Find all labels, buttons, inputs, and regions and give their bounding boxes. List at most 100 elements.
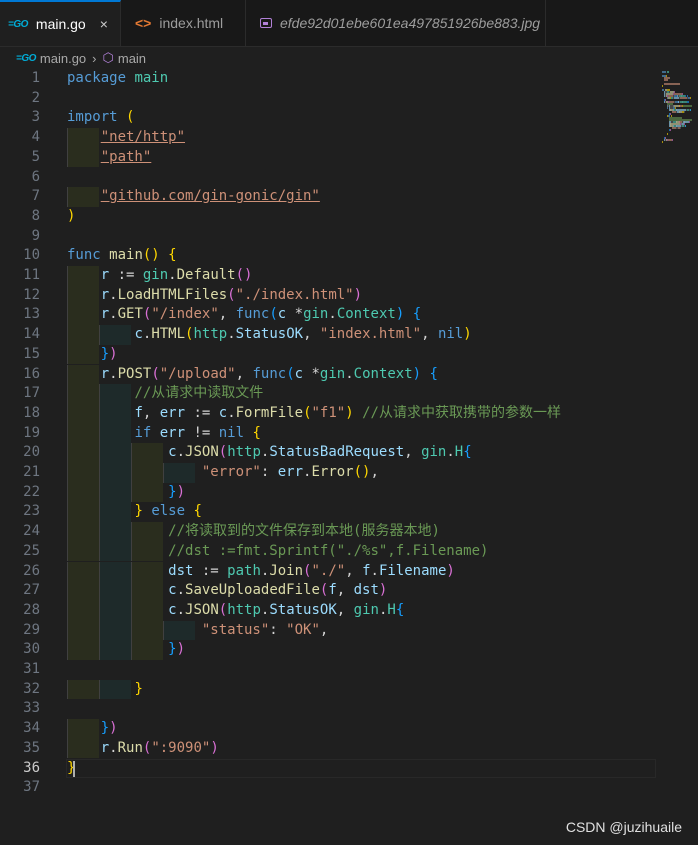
code-line[interactable]: 2 xyxy=(0,89,698,109)
code-line[interactable]: 30 }) xyxy=(0,640,698,660)
line-number: 1 xyxy=(31,70,40,86)
line-number: 17 xyxy=(23,385,40,402)
tab-label: efde92d01ebe601ea497851926be883.jpg xyxy=(280,15,541,31)
line-number: 24 xyxy=(23,523,40,540)
code-line[interactable]: 5 "path" xyxy=(0,147,698,168)
code-text: "github.com/gin-gonic/gin" xyxy=(100,188,320,205)
code-text: c.HTML(http.StatusOK, "index.html", nil) xyxy=(134,326,472,343)
code-line[interactable]: 14 c.HTML(http.StatusOK, "index.html", n… xyxy=(0,325,698,345)
code-line[interactable]: 12 r.LoadHTMLFiles("./index.html") xyxy=(0,285,698,306)
line-number: 34 xyxy=(23,720,40,737)
line-number: 6 xyxy=(31,168,40,185)
code-line[interactable]: 6 xyxy=(0,168,698,188)
code-line[interactable]: 37 xyxy=(0,778,698,798)
code-line[interactable]: 8) xyxy=(0,207,698,227)
close-icon[interactable]: × xyxy=(100,16,108,32)
code-text: //从请求中读取文件 xyxy=(134,385,264,402)
code-line[interactable]: 1 package main xyxy=(0,69,698,89)
code-line[interactable]: 32 } xyxy=(0,679,698,700)
line-number: 4 xyxy=(31,129,40,146)
minimap-token xyxy=(662,85,663,87)
code-line[interactable]: 24 //将读取到的文件保存到本地(服务器本地) xyxy=(0,522,698,542)
html-icon: <> xyxy=(135,15,152,31)
code-line[interactable]: 35 r.Run(":9090") xyxy=(0,738,698,759)
minimap-token xyxy=(690,97,692,99)
code-line[interactable]: 15 }) xyxy=(0,344,698,365)
code-text: "path" xyxy=(100,148,152,165)
code-text: r.GET("/index", func(c *gin.Context) { xyxy=(100,306,422,323)
code-line[interactable]: 23 } else { xyxy=(0,502,698,523)
code-line[interactable]: 28 c.JSON(http.StatusOK, gin.H{ xyxy=(0,600,698,621)
code-line[interactable]: 25 //dst :=fmt.Sprintf("./%s",f.Filename… xyxy=(0,541,698,562)
minimap-token xyxy=(662,141,663,143)
code-text: }) xyxy=(100,720,118,737)
code-line[interactable]: 4 "net/http" xyxy=(0,128,698,148)
tab-index-html[interactable]: <> index.html xyxy=(121,0,246,46)
minimap-token xyxy=(689,121,690,123)
line-number: 16 xyxy=(23,365,40,382)
line-number: 10 xyxy=(23,247,40,264)
code-text: r.Run(":9090") xyxy=(100,739,219,756)
code-line[interactable]: 31 xyxy=(0,660,698,680)
tab-label: main.go xyxy=(35,16,86,32)
tab-image-jpg[interactable]: efde92d01ebe601ea497851926be883.jpg xyxy=(246,0,546,46)
text-cursor xyxy=(73,760,75,777)
code-text: "error": err.Error(), xyxy=(201,464,379,480)
code-line[interactable]: 18 f, err := c.FormFile("f1") //从请求中获取携带… xyxy=(0,403,698,424)
line-number: 18 xyxy=(23,404,40,421)
line-number: 28 xyxy=(23,601,40,618)
minimap-token xyxy=(664,83,680,85)
code-line[interactable]: 33 xyxy=(0,699,698,719)
code-line[interactable]: 19 if err != nil { xyxy=(0,423,698,444)
minimap-token xyxy=(690,109,692,111)
code-text: r := gin.Default() xyxy=(100,267,253,283)
code-line[interactable]: 9 xyxy=(0,227,698,247)
code-line[interactable]: 36} xyxy=(0,758,698,779)
line-number: 23 xyxy=(23,503,40,520)
minimap-token xyxy=(662,71,667,73)
code-text: import ( xyxy=(67,109,135,126)
code-line[interactable]: 26 dst := path.Join("./", f.Filename) xyxy=(0,561,698,582)
image-icon xyxy=(260,18,272,28)
code-line[interactable]: 22 }) xyxy=(0,482,698,503)
line-number: 36 xyxy=(23,759,40,776)
code-line[interactable]: 17 //从请求中读取文件 xyxy=(0,384,698,404)
code-text: func main() { xyxy=(67,247,177,264)
code-line[interactable]: 11 r := gin.Default() xyxy=(0,266,698,286)
code-text: f, err := c.FormFile("f1") //从请求中获取携带的参数… xyxy=(134,404,561,421)
code-line[interactable]: 27 c.SaveUploadedFile(f, dst) xyxy=(0,581,698,601)
line-number: 33 xyxy=(23,700,40,717)
code-text: dst := path.Join("./", f.Filename) xyxy=(168,562,455,579)
minimap-token xyxy=(680,97,688,99)
code-text: r.LoadHTMLFiles("./index.html") xyxy=(100,286,363,303)
line-number: 5 xyxy=(31,148,40,165)
line-number: 19 xyxy=(23,424,40,441)
code-line[interactable]: 3 import ( xyxy=(0,108,698,128)
breadcrumb: =GO main.go › ⬡ main xyxy=(0,47,698,69)
line-number: 32 xyxy=(23,680,40,697)
code-line[interactable]: 34 }) xyxy=(0,719,698,739)
code-text: if err != nil { xyxy=(134,424,261,441)
tab-main-go[interactable]: =GO main.go × xyxy=(0,0,121,46)
line-number: 27 xyxy=(23,582,40,599)
minimap[interactable] xyxy=(656,69,698,845)
code-line[interactable]: 10 func main() { xyxy=(0,246,698,266)
code-line[interactable]: 29 "status": "OK", xyxy=(0,620,698,641)
breadcrumb-symbol[interactable]: main xyxy=(118,51,146,66)
code-line[interactable]: 7 "github.com/gin-gonic/gin" xyxy=(0,187,698,207)
code-line[interactable]: 20 c.JSON(http.StatusBadRequest, gin.H{ xyxy=(0,443,698,463)
line-number: 3 xyxy=(31,109,40,126)
code-line[interactable]: 13 r.GET("/index", func(c *gin.Context) … xyxy=(0,305,698,326)
minimap-token xyxy=(666,71,670,73)
code-line[interactable]: 16 r.POST("/upload", func(c *gin.Context… xyxy=(0,364,698,385)
code-editor[interactable]: 1 package main 2 3 import (4 "net/http" 5 "pa… xyxy=(0,69,698,845)
code-text: } xyxy=(134,680,143,697)
line-number: 9 xyxy=(31,227,40,244)
code-text: } else { xyxy=(134,503,202,520)
code-line[interactable]: 21 "error": err.Error(), xyxy=(0,463,698,483)
code-text: "status": "OK", xyxy=(201,621,329,638)
breadcrumb-file[interactable]: main.go xyxy=(40,51,86,66)
code-text: //将读取到的文件保存到本地(服务器本地) xyxy=(168,523,440,540)
code-text: }) xyxy=(168,641,186,658)
line-number: 7 xyxy=(31,188,40,205)
